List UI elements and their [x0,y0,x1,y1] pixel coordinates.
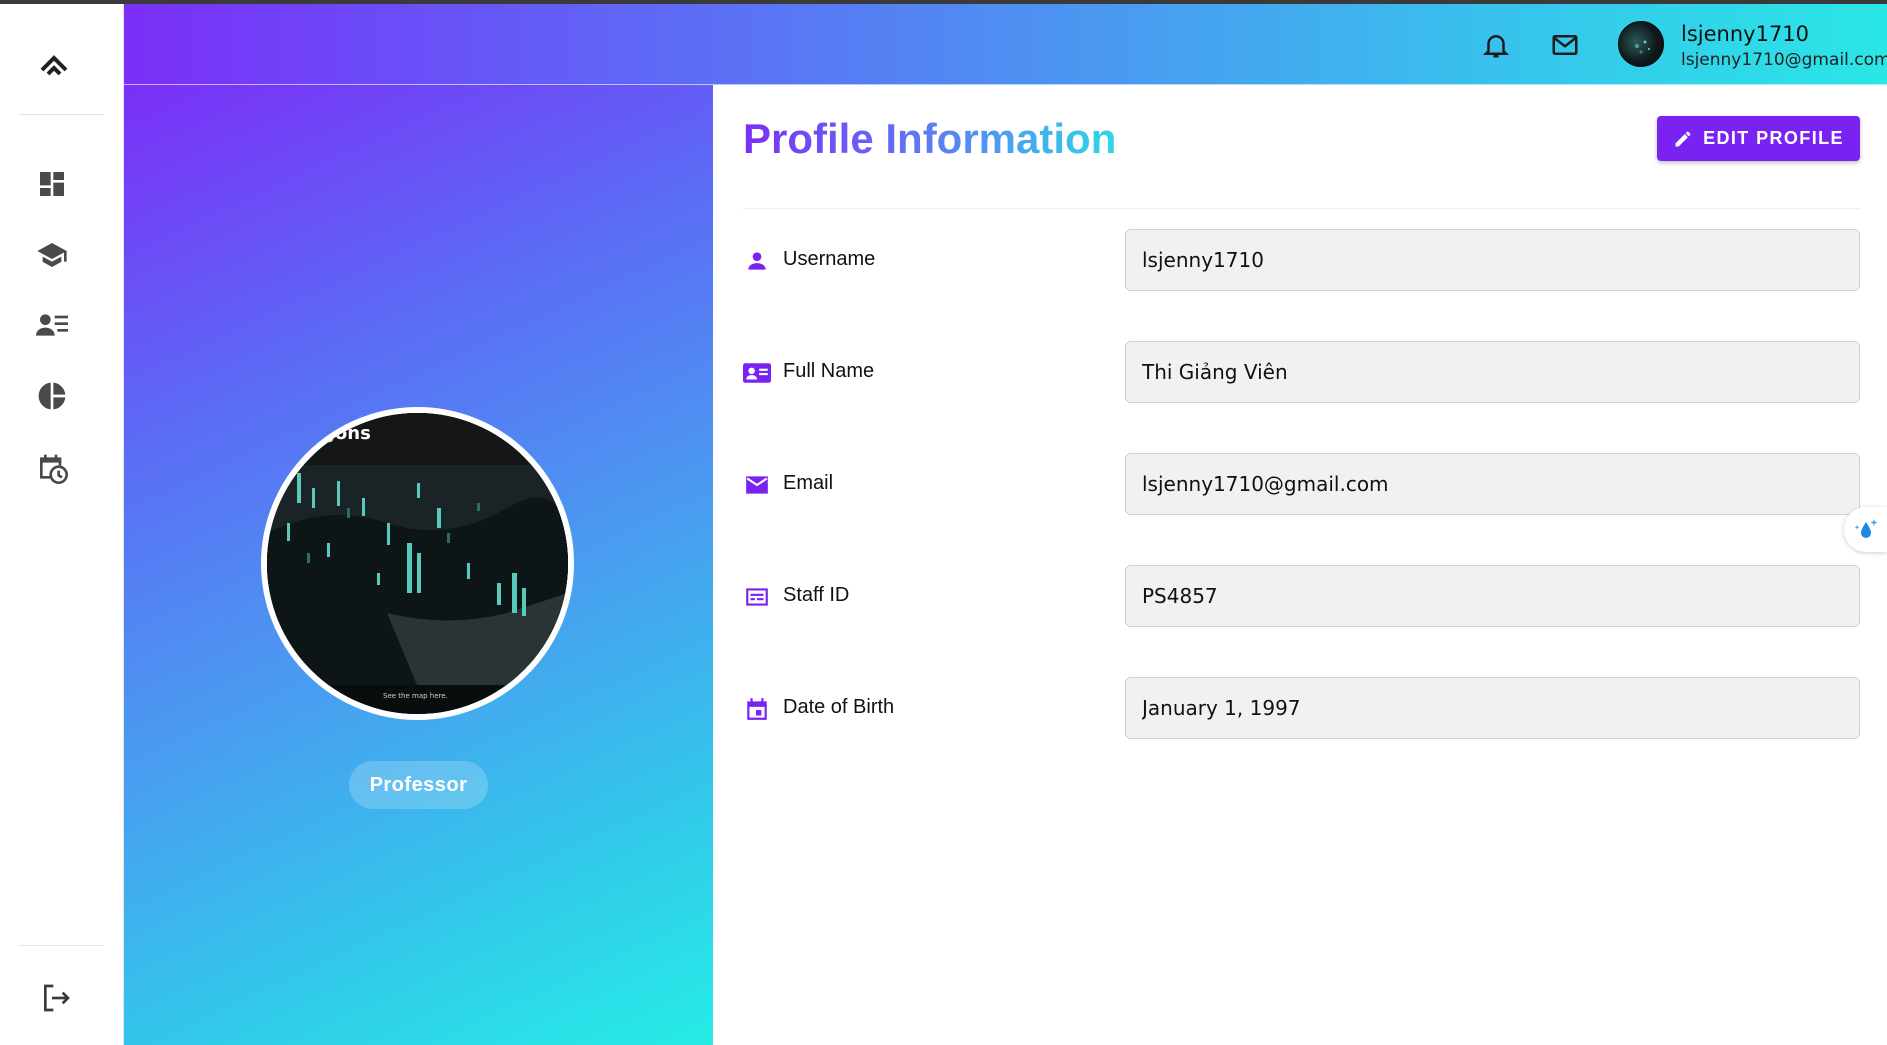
nav-students[interactable] [34,307,70,343]
logout-button[interactable] [38,980,74,1016]
edit-profile-label: EDIT PROFILE [1703,128,1844,148]
nav-dashboard[interactable] [34,166,70,202]
person-icon [743,247,771,275]
nav-schedule[interactable] [34,450,70,486]
badge-icon [743,583,771,611]
full-name-label: Full Name [783,360,875,382]
page-title: Profile Information [743,115,1117,162]
messages-button[interactable] [1548,28,1582,62]
top-bar: lsjenny1710 lsjenny1710@gmail.com [124,4,1887,85]
mail-icon [1552,35,1578,55]
profile-information-section: Profile Information EDIT PROFILE Usernam… [713,85,1887,1045]
user-name[interactable]: lsjenny1710 [1681,22,1809,46]
field-username: Username [743,229,1860,291]
email-input[interactable] [1125,453,1860,515]
user-avatar[interactable] [1618,21,1664,67]
people-list-icon [36,314,68,336]
full-name-input[interactable] [1125,341,1860,403]
profile-panel: gons See the map here. Professor [124,85,713,1045]
sidebar [0,4,124,1045]
staff-id-input[interactable] [1125,565,1860,627]
logout-icon [44,984,70,1012]
date-of-birth-label: Date of Birth [783,696,895,718]
field-date-of-birth: Date of Birth [743,677,1860,739]
calendar-icon [743,695,771,723]
staff-id-label: Staff ID [783,584,850,606]
field-email: Email [743,453,1860,515]
username-input[interactable] [1125,229,1860,291]
sparkle-drop-icon [1854,518,1877,538]
nav-statistics[interactable] [34,378,70,414]
role-badge: Professor [349,761,488,809]
id-card-icon [743,359,771,387]
school-icon [37,243,67,267]
pie-chart-icon [38,382,66,410]
profile-avatar: gons See the map here. [261,407,574,720]
notifications-button[interactable] [1479,28,1513,62]
avatar-caption: gons [322,423,371,444]
avatar-footer: See the map here. [383,692,448,700]
sidebar-divider-top [19,114,104,115]
date-of-birth-input[interactable] [1125,677,1860,739]
floating-assistant-button[interactable] [1844,507,1887,552]
app-window: lsjenny1710 lsjenny1710@gmail.com gons S… [0,4,1887,1045]
field-full-name: Full Name [743,341,1860,403]
bell-icon [1482,35,1510,58]
email-icon [743,471,771,499]
calendar-clock-icon [40,454,68,484]
logo-double-chevron-up-icon[interactable] [37,48,71,78]
nav-courses[interactable] [34,237,70,273]
sidebar-divider-bottom [19,945,104,946]
user-email: lsjenny1710@gmail.com [1681,50,1887,70]
title-divider [743,208,1860,209]
edit-profile-button[interactable]: EDIT PROFILE [1657,116,1860,161]
dashboard-icon [40,172,64,196]
username-label: Username [783,248,876,270]
field-staff-id: Staff ID [743,565,1860,627]
pencil-icon [1675,130,1691,146]
email-label: Email [783,472,834,494]
